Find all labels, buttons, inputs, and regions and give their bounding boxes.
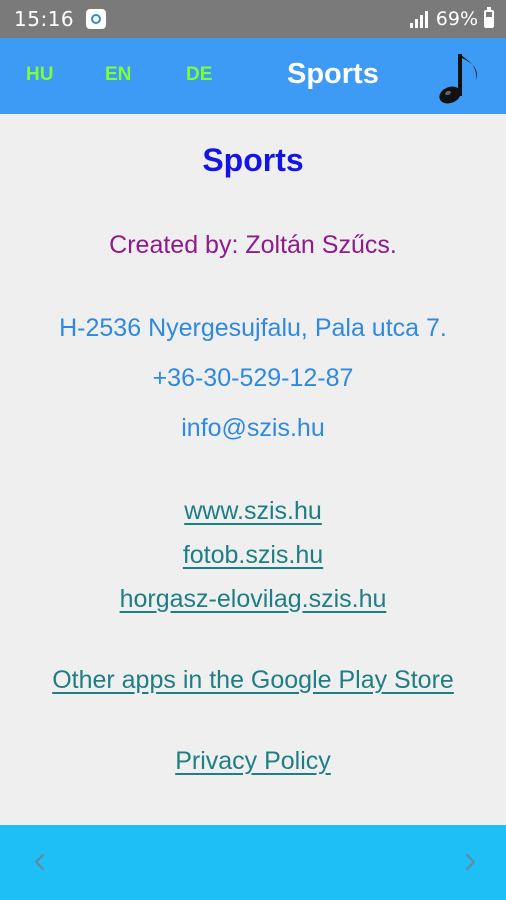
app-bar: HU EN DE Sports [0,38,506,114]
status-indicators: 69% [409,7,494,30]
email-text[interactable]: info@szis.hu [0,414,506,443]
camera-icon [86,9,107,29]
chevron-right-icon[interactable] [455,847,485,877]
language-de-button[interactable]: DE [186,64,212,86]
about-content: Sports Created by: Zoltán Szűcs. H-2536 … [0,114,506,825]
status-time: 15:16 [14,7,75,31]
bottom-nav-bar [0,825,506,900]
phone-text[interactable]: +36-30-529-12-87 [0,364,506,393]
page-title: Sports [202,142,304,178]
privacy-policy-link[interactable]: Privacy Policy [0,747,506,776]
chevron-left-icon[interactable] [25,847,55,877]
app-title: Sports [287,58,379,90]
music-note-icon[interactable] [436,48,484,106]
language-en-button[interactable]: EN [105,64,131,86]
author-text: Created by: Zoltán Szűcs. [109,231,397,259]
play-store-link[interactable]: Other apps in the Google Play Store [0,666,506,695]
status-bar: 15:16 69% [0,0,506,38]
signal-icon [409,10,430,28]
website-link-foto[interactable]: fotob.szis.hu [0,541,506,570]
address-text: H-2536 Nyergesujfalu, Pala utca 7. [59,314,447,342]
website-link-main[interactable]: www.szis.hu [0,497,506,526]
website-link-horgasz[interactable]: horgasz-elovilag.szis.hu [0,585,506,614]
language-hu-button[interactable]: HU [26,64,53,86]
battery-percent: 69% [435,8,478,30]
battery-icon [484,7,494,28]
